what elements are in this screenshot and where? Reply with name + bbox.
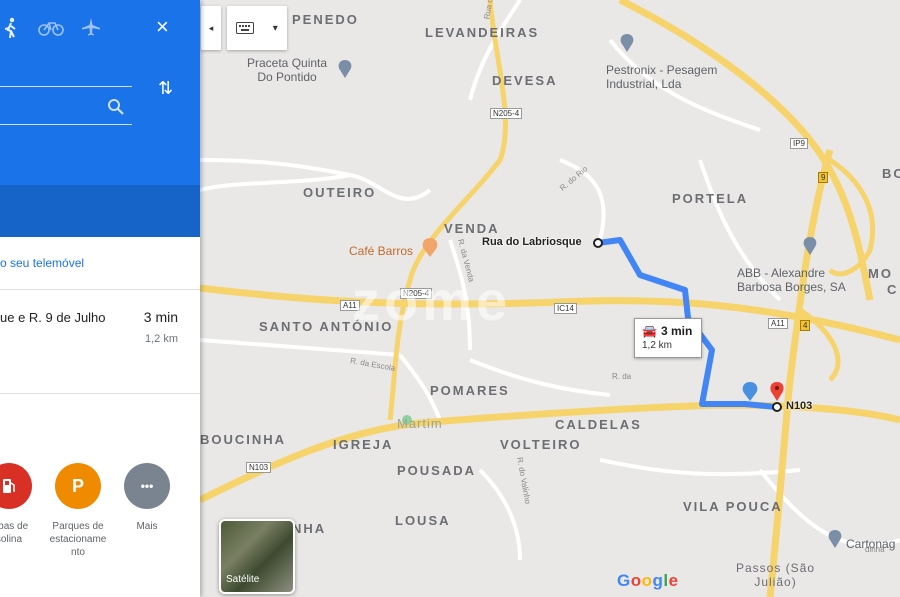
route-name: ue e R. 9 de Julho [0, 310, 106, 325]
place-label: IGREJA [333, 437, 394, 452]
place-label: Passos (São Julião) [736, 561, 816, 589]
search-icon[interactable] [107, 98, 125, 116]
options-bar: OPÇÕES [0, 185, 200, 403]
route-end-label: N103 [786, 400, 813, 412]
close-icon[interactable]: × [156, 14, 169, 40]
watermark: zome [352, 269, 512, 332]
dropdown-arrow-icon[interactable]: ▾ [273, 23, 278, 34]
place-label: OUTEIRO [303, 185, 377, 200]
route-distance: 1,2 km [144, 333, 178, 345]
flight-icon[interactable] [81, 17, 101, 37]
gas-stations-label: mbas de solina [0, 521, 29, 545]
place-label: DEVESA [492, 73, 558, 88]
google-logo-letter: o [630, 571, 642, 590]
directions-panel: × ⇅ OPÇÕES o seu telemóvel ue e R. 9 de … [0, 0, 200, 597]
parking-icon: P [71, 475, 84, 496]
poi-label: Café Barros [349, 244, 414, 258]
road-shield: IP9 [790, 138, 809, 149]
place-label: POUSADA [397, 463, 477, 478]
gas-station-icon [3, 479, 15, 493]
place-label: BOUCINHA [200, 432, 287, 447]
bike-icon[interactable] [38, 20, 64, 36]
place-label: LEVANDEIRAS [425, 25, 540, 40]
keyboard-button[interactable]: ▾ [227, 6, 287, 50]
place-label: LOUSA [395, 513, 451, 528]
route-start-label: Rua do Labriosque [482, 236, 582, 248]
place-label: PENEDO [292, 12, 359, 27]
place-label: POMARES [430, 383, 510, 398]
poi-label: Praceta Quinta Do Pontido [247, 56, 328, 84]
route-box-distance: 1,2 km [642, 340, 673, 351]
more-icon: ••• [140, 479, 154, 493]
google-logo-letter: g [652, 571, 664, 590]
satellite-toggle[interactable]: Satélite [219, 519, 295, 594]
place-label: VENDA [444, 221, 500, 236]
place-label: VILA POUCA [683, 499, 783, 514]
poi-label: ABB - Alexandre Barbosa Borges, SA [737, 266, 846, 294]
chevron-left-icon: ◂ [208, 22, 214, 33]
poi-label: Martim [397, 416, 443, 431]
route-info-box[interactable]: 🚘 3 min 1,2 km [634, 318, 702, 358]
walk-icon[interactable] [3, 17, 19, 39]
route-box-time: 3 min [661, 324, 693, 338]
place-label: PORTELA [672, 191, 749, 206]
google-logo-letter: G [617, 571, 631, 590]
road-shield: IC14 [554, 303, 577, 314]
more-button[interactable]: ••• [124, 463, 170, 509]
satellite-label: Satélite [226, 574, 260, 585]
place-label: BO [882, 166, 900, 181]
road-shield: N103 [246, 462, 272, 473]
parking-label: Parques de estacioname nto [49, 521, 107, 558]
road-shield: 9 [818, 172, 829, 183]
collapse-panel-button[interactable]: ◂ [201, 6, 221, 50]
street-label: R. da [612, 372, 632, 381]
road-shield: N205-4 [490, 108, 523, 119]
divider [0, 393, 200, 394]
place-label: MO [868, 266, 893, 281]
place-label: CALDELAS [555, 417, 642, 432]
parking-button[interactable]: P [55, 463, 101, 509]
google-logo-letter: o [641, 571, 653, 590]
google-logo: Google [617, 571, 679, 591]
gas-stations-button[interactable] [0, 463, 32, 509]
place-label: NHA [292, 521, 327, 536]
origin-field[interactable] [0, 86, 132, 87]
directions-header: × ⇅ [0, 0, 200, 185]
car-icon: 🚘 [642, 324, 657, 338]
more-label: Mais [136, 521, 158, 532]
options-button[interactable]: OPÇÕES [127, 389, 178, 403]
google-logo-letter: e [668, 571, 679, 590]
place-label: VOLTEIRO [500, 437, 582, 452]
place-label: C [887, 282, 899, 297]
send-to-phone-link[interactable]: o seu telemóvel [0, 256, 84, 270]
route-end-marker[interactable] [772, 402, 782, 412]
road-shield: A11 [768, 318, 788, 329]
route-start-marker[interactable] [593, 238, 603, 248]
keyboard-icon [236, 22, 255, 34]
swap-icon[interactable]: ⇅ [158, 78, 173, 99]
street-label: dinha [865, 545, 885, 554]
poi-label: Pestronix - Pesagem Industrial, Lda [606, 63, 718, 91]
divider [0, 289, 200, 290]
road-shield: 4 [800, 320, 811, 331]
route-time: 3 min [143, 309, 178, 325]
destination-field[interactable] [0, 124, 132, 125]
